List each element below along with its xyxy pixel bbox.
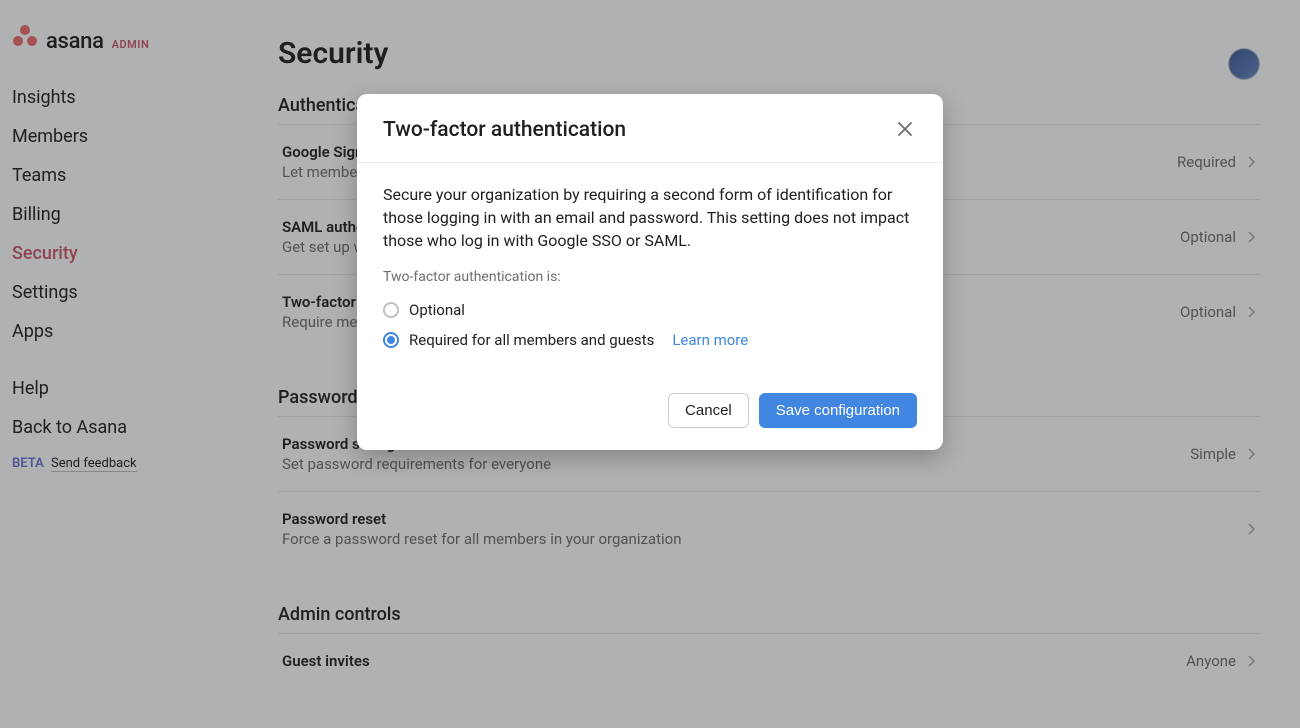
modal-description: Secure your organization by requiring a …	[383, 183, 917, 253]
radio-option-required[interactable]: Required for all members and guests Lear…	[383, 325, 917, 355]
modal-overlay: Two-factor authentication Secure your or…	[0, 0, 1300, 728]
radio-label: Optional	[409, 301, 465, 319]
close-icon	[897, 121, 913, 137]
save-configuration-button[interactable]: Save configuration	[759, 393, 917, 428]
radio-icon	[383, 302, 399, 318]
learn-more-link[interactable]: Learn more	[672, 331, 748, 349]
radio-icon	[383, 332, 399, 348]
cancel-button[interactable]: Cancel	[668, 393, 749, 428]
radio-option-optional[interactable]: Optional	[383, 295, 917, 325]
modal-title: Two-factor authentication	[383, 118, 626, 142]
close-button[interactable]	[893, 116, 917, 144]
radio-label: Required for all members and guests	[409, 331, 654, 349]
two-factor-modal: Two-factor authentication Secure your or…	[357, 94, 943, 450]
two-factor-field-label: Two-factor authentication is:	[383, 269, 917, 285]
